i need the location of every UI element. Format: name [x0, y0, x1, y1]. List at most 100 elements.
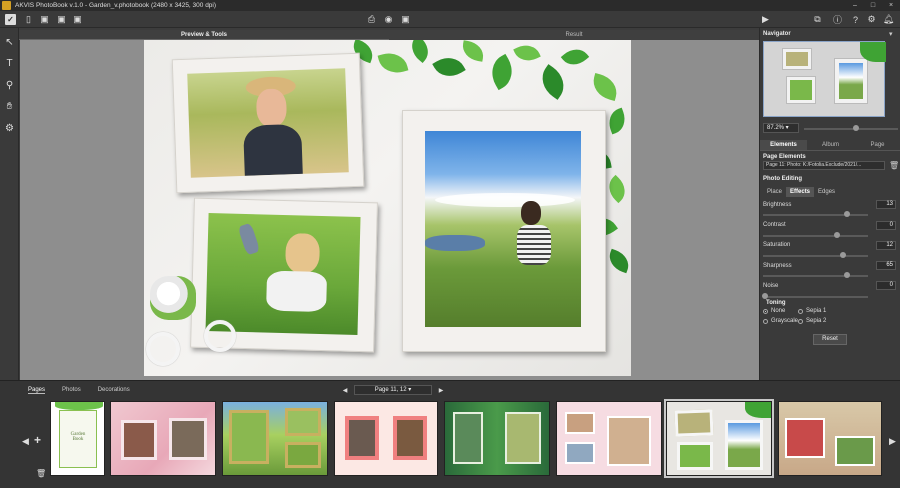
ivy-leaf-decoration: [560, 43, 590, 71]
saturation-slider-track[interactable]: [763, 255, 868, 257]
zoom-slider-knob[interactable]: [852, 125, 859, 131]
ivy-leaf-decoration: [589, 73, 621, 101]
text-tool-icon[interactable]: T: [3, 57, 16, 70]
screens-icon[interactable]: ⧉: [810, 14, 825, 25]
ivy-leaf-decoration: [513, 40, 541, 66]
share-icon[interactable]: ▣: [400, 14, 411, 25]
photo-girl-on-hill[interactable]: [425, 131, 581, 327]
page-thumb-tropical[interactable]: [444, 401, 550, 476]
brightness-slider-track[interactable]: [763, 214, 868, 216]
options-gear-icon[interactable]: ⚙: [3, 122, 16, 135]
toning-grayscale-radio[interactable]: [763, 319, 768, 324]
tab-result[interactable]: Result: [389, 30, 759, 40]
toning-none-radio[interactable]: [763, 309, 768, 314]
page-thumb-garden-current[interactable]: [664, 399, 774, 478]
tab-pages[interactable]: Pages: [28, 387, 46, 394]
export-icon[interactable]: ▣: [72, 14, 83, 25]
info-icon[interactable]: ⓘ: [832, 14, 843, 25]
maximize-button[interactable]: □: [864, 0, 882, 11]
page-thumb-family[interactable]: [556, 401, 662, 476]
tab-album[interactable]: Album: [807, 140, 854, 150]
help-icon[interactable]: ?: [850, 14, 861, 25]
tab-effects[interactable]: Effects: [786, 187, 815, 197]
tab-decorations[interactable]: Decorations: [98, 387, 130, 394]
ivy-leaf-decoration: [405, 40, 435, 63]
canvas-area[interactable]: [20, 40, 759, 380]
delete-page-trash-icon[interactable]: 🗑︎: [36, 469, 46, 478]
reset-button[interactable]: Reset: [813, 334, 847, 345]
tab-preview-tools[interactable]: Preview & Tools: [19, 30, 389, 40]
save-album-icon[interactable]: ▣: [56, 14, 67, 25]
zoom-magnifier-icon[interactable]: ⚲: [3, 79, 16, 92]
toning-title: Toning: [766, 300, 786, 306]
apply-check-icon[interactable]: ✓: [5, 14, 16, 25]
noise-slider-knob[interactable]: [762, 293, 769, 299]
preview-icon[interactable]: ◉: [383, 14, 394, 25]
toning-sepia2-radio[interactable]: [798, 319, 803, 324]
contrast-slider-track[interactable]: [763, 235, 868, 237]
sharpness-value[interactable]: 65: [876, 261, 896, 270]
page-elements-select[interactable]: Page 11: Photo: K:/Fotolia.Exclude/2021/…: [763, 161, 885, 170]
new-document-icon[interactable]: ▯: [23, 14, 34, 25]
delete-trash-icon[interactable]: 🗑︎: [889, 161, 899, 170]
tools-panel: ↖ T ⚲ ✋︎ ⚙: [0, 28, 19, 380]
toning-sepia1-radio[interactable]: [798, 309, 803, 314]
tab-photos[interactable]: Photos: [62, 387, 81, 394]
album-page[interactable]: [144, 40, 631, 376]
brightness-slider-knob[interactable]: [844, 211, 850, 217]
page-thumb-summer[interactable]: [222, 401, 328, 476]
sharpness-slider-knob[interactable]: [844, 272, 850, 278]
brightness-label: Brightness: [763, 202, 792, 208]
saturation-value[interactable]: 12: [876, 241, 896, 250]
pages-strip: Pages Photos Decorations ◀ Page 11, 12 ▾…: [0, 380, 900, 488]
tab-edges[interactable]: Edges: [814, 187, 839, 197]
page-selector[interactable]: Page 11, 12 ▾: [354, 385, 432, 395]
tab-place[interactable]: Place: [763, 187, 786, 197]
sharpness-slider-track[interactable]: [763, 275, 868, 277]
cover-title-text: Garden Book: [70, 432, 86, 442]
photo-girl-in-hat[interactable]: [187, 68, 349, 178]
next-page-icon[interactable]: ▶: [436, 387, 446, 394]
settings-gear-icon[interactable]: ⚙: [866, 14, 877, 25]
photo-frame-hat-girl[interactable]: [171, 52, 365, 194]
toning-none-label: None: [771, 308, 786, 314]
toning-sepia2-label: Sepia 2: [806, 318, 827, 324]
tab-elements[interactable]: Elements: [760, 140, 807, 150]
page-thumb-cover[interactable]: Garden Book: [50, 401, 105, 476]
noise-slider-track[interactable]: [763, 296, 868, 298]
contrast-value[interactable]: 0: [876, 221, 896, 230]
page-pager: ◀ Page 11, 12 ▾ ▶: [340, 385, 446, 395]
navigator-thumbnail[interactable]: [763, 41, 886, 117]
scroll-right-icon[interactable]: ▶: [889, 436, 896, 447]
noise-label: Noise: [763, 283, 779, 289]
print-icon[interactable]: ⎙: [366, 14, 377, 25]
ivy-leaf-decoration: [484, 53, 520, 91]
panel-menu-icon[interactable]: ▾: [889, 30, 893, 38]
notifications-icon[interactable]: 🔔︎: [883, 14, 894, 25]
selection-arrow-icon[interactable]: ↖: [3, 36, 16, 49]
page-thumb-flower-frames[interactable]: [334, 401, 438, 476]
add-page-plus-icon[interactable]: +: [34, 433, 41, 447]
hand-tool-icon[interactable]: ✋︎: [3, 100, 16, 113]
noise-value[interactable]: 0: [876, 281, 896, 290]
bottom-tabs: Pages Photos Decorations: [28, 387, 147, 394]
saturation-slider-knob[interactable]: [839, 252, 846, 258]
tab-page[interactable]: Page: [854, 140, 900, 150]
photo-frame-hill-girl[interactable]: [402, 110, 606, 352]
scroll-left-icon[interactable]: ◀: [22, 436, 29, 447]
canvas-tabs: Preview & Tools Result: [19, 30, 759, 40]
page-thumb-garden-party[interactable]: [778, 401, 882, 476]
open-album-icon[interactable]: ▣: [39, 14, 50, 25]
zoom-level-field[interactable]: 87.2% ▾: [763, 123, 799, 133]
panel-tabs: Elements Album Page: [760, 140, 900, 151]
photo-girl-in-grass[interactable]: [205, 213, 361, 335]
contrast-label: Contrast: [763, 222, 786, 228]
prev-page-icon[interactable]: ◀: [340, 387, 350, 394]
contrast-slider-knob[interactable]: [833, 232, 840, 238]
brightness-value[interactable]: 13: [876, 200, 896, 209]
zoom-slider-track[interactable]: [804, 128, 898, 130]
close-button[interactable]: ×: [882, 0, 900, 11]
minimize-button[interactable]: –: [846, 0, 864, 11]
page-thumb-pink-roses[interactable]: [110, 401, 216, 476]
run-play-icon[interactable]: ▶: [760, 14, 771, 25]
